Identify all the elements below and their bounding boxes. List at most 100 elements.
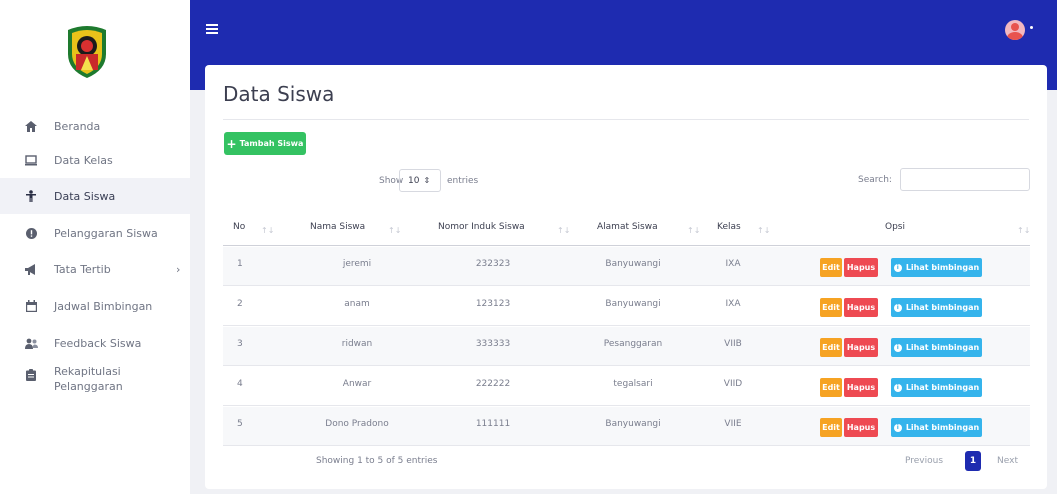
cell-nama: anam	[344, 299, 370, 309]
view-guidance-button[interactable]: i Lihat bimbingan	[891, 418, 982, 437]
sort-icon[interactable]: ↑↓	[557, 226, 570, 235]
sort-icon[interactable]: ↑↓	[687, 226, 700, 235]
cell-nis: 123123	[475, 299, 511, 309]
home-icon	[24, 119, 38, 133]
chevron-right-icon: ›	[176, 262, 181, 276]
pagination-previous[interactable]: Previous	[905, 451, 943, 471]
column-header-kelas[interactable]: Kelas	[717, 222, 741, 232]
sort-icon[interactable]: ↑↓	[388, 226, 401, 235]
cell-alamat: Banyuwangi	[605, 259, 661, 269]
column-header-nama-siswa[interactable]: Nama Siswa	[310, 222, 365, 232]
alert-circle-icon	[24, 226, 38, 240]
cell-nis: 232323	[475, 259, 511, 269]
cell-nama: Dono Pradono	[325, 419, 389, 429]
cell-nis: 111111	[475, 419, 511, 429]
add-student-label: Tambah Siswa	[239, 139, 304, 148]
info-icon: i	[893, 383, 902, 392]
table-info: Showing 1 to 5 of 5 entries	[316, 456, 438, 466]
sidebar-item-label: Pelanggaran Siswa	[54, 226, 158, 240]
delete-button[interactable]: Hapus	[844, 378, 878, 397]
cell-alamat: Pesanggaran	[603, 339, 663, 349]
cell-nama: ridwan	[341, 339, 373, 349]
page-title: Data Siswa	[223, 82, 335, 106]
cell-kelas: IXA	[725, 259, 741, 269]
sidebar: Beranda Data Kelas Data Siswa Pelanggara…	[0, 0, 190, 494]
delete-button[interactable]: Hapus	[844, 298, 878, 317]
column-header-nomor-induk[interactable]: Nomor Induk Siswa	[438, 222, 525, 232]
view-guidance-label: Lihat bimbingan	[905, 263, 980, 272]
table-row: 4 Anwar 222222 tegalsari VIID Edit Hapus…	[223, 367, 1030, 406]
view-guidance-button[interactable]: i Lihat bimbingan	[891, 298, 982, 317]
sort-caret-icon: ⇕	[423, 176, 431, 185]
clipboard-icon	[24, 368, 38, 382]
sidebar-item-feedback-siswa[interactable]: Feedback Siswa	[0, 325, 190, 361]
cell-alamat: tegalsari	[613, 379, 653, 389]
pagination-page-1[interactable]: 1	[965, 451, 981, 471]
cell-alamat: Banyuwangi	[605, 419, 661, 429]
delete-button[interactable]: Hapus	[844, 338, 878, 357]
pagination-next[interactable]: Next	[997, 451, 1018, 471]
table-row: 1 jeremi 232323 Banyuwangi IXA Edit Hapu…	[223, 247, 1030, 286]
view-guidance-button[interactable]: i Lihat bimbingan	[891, 338, 982, 357]
cell-kelas: VIID	[723, 379, 743, 389]
edit-button[interactable]: Edit	[820, 338, 842, 357]
cell-kelas: VIIB	[724, 339, 742, 349]
add-student-button[interactable]: + Tambah Siswa	[224, 132, 306, 155]
sidebar-item-data-siswa[interactable]: Data Siswa	[0, 178, 190, 214]
sidebar-item-tata-tertib[interactable]: Tata Tertib ›	[0, 251, 190, 287]
sidebar-item-label: Beranda	[54, 119, 101, 133]
cell-no: 2	[237, 299, 243, 309]
sidebar-item-label: Feedback Siswa	[54, 336, 142, 350]
edit-button[interactable]: Edit	[820, 258, 842, 277]
view-guidance-label: Lihat bimbingan	[905, 423, 980, 432]
sidebar-item-beranda[interactable]: Beranda	[0, 108, 190, 144]
view-guidance-button[interactable]: i Lihat bimbingan	[891, 378, 982, 397]
sidebar-item-label: Rekapitulasi Pelanggaran	[54, 365, 123, 393]
divider	[223, 119, 1029, 120]
megaphone-icon	[24, 262, 38, 276]
sort-icon[interactable]: ↑↓	[1017, 226, 1030, 235]
table-row: 3 ridwan 333333 Pesanggaran VIIB Edit Ha…	[223, 327, 1030, 366]
sidebar-item-label: Data Siswa	[54, 189, 116, 203]
search-label: Search:	[858, 175, 892, 185]
sort-icon[interactable]: ↑↓	[757, 226, 770, 235]
calendar-icon	[24, 299, 38, 313]
monitor-icon	[24, 153, 38, 167]
view-guidance-label: Lihat bimbingan	[905, 383, 980, 392]
edit-button[interactable]: Edit	[820, 378, 842, 397]
sidebar-item-data-kelas[interactable]: Data Kelas	[0, 142, 190, 178]
plus-icon: +	[226, 136, 237, 151]
sort-asc-icon[interactable]: ↑↓	[261, 226, 274, 235]
cell-nis: 222222	[475, 379, 511, 389]
school-logo	[68, 26, 106, 78]
sidebar-item-pelanggaran-siswa[interactable]: Pelanggaran Siswa	[0, 215, 190, 251]
caret-down-icon[interactable]	[1030, 26, 1033, 29]
delete-button[interactable]: Hapus	[844, 258, 878, 277]
search-input[interactable]	[900, 168, 1030, 191]
cell-kelas: IXA	[725, 299, 741, 309]
edit-button[interactable]: Edit	[820, 418, 842, 437]
column-header-no[interactable]: No	[233, 222, 245, 232]
main-card: Data Siswa + Tambah Siswa Show 10 ⇕ entr…	[205, 65, 1047, 489]
cell-no: 4	[237, 379, 243, 389]
sidebar-item-label: Jadwal Bimbingan	[54, 299, 153, 313]
sidebar-item-jadwal-bimbingan[interactable]: Jadwal Bimbingan	[0, 288, 190, 324]
users-icon	[24, 336, 38, 350]
hamburger-menu-icon[interactable]	[206, 24, 218, 36]
cell-nama: Anwar	[342, 379, 372, 389]
view-guidance-button[interactable]: i Lihat bimbingan	[891, 258, 982, 277]
entries-select-value: 10	[408, 175, 420, 186]
column-header-alamat[interactable]: Alamat Siswa	[597, 222, 658, 232]
info-icon: i	[893, 303, 902, 312]
entries-select[interactable]: 10 ⇕	[399, 169, 441, 192]
user-avatar[interactable]	[1005, 20, 1025, 40]
cell-alamat: Banyuwangi	[605, 299, 661, 309]
view-guidance-label: Lihat bimbingan	[905, 303, 980, 312]
cell-no: 1	[237, 259, 243, 269]
edit-button[interactable]: Edit	[820, 298, 842, 317]
sidebar-item-label: Tata Tertib	[54, 262, 111, 276]
cell-nis: 333333	[475, 339, 511, 349]
column-header-opsi[interactable]: Opsi	[885, 222, 905, 232]
delete-button[interactable]: Hapus	[844, 418, 878, 437]
sidebar-item-rekapitulasi-pelanggaran[interactable]: Rekapitulasi Pelanggaran	[0, 360, 190, 404]
